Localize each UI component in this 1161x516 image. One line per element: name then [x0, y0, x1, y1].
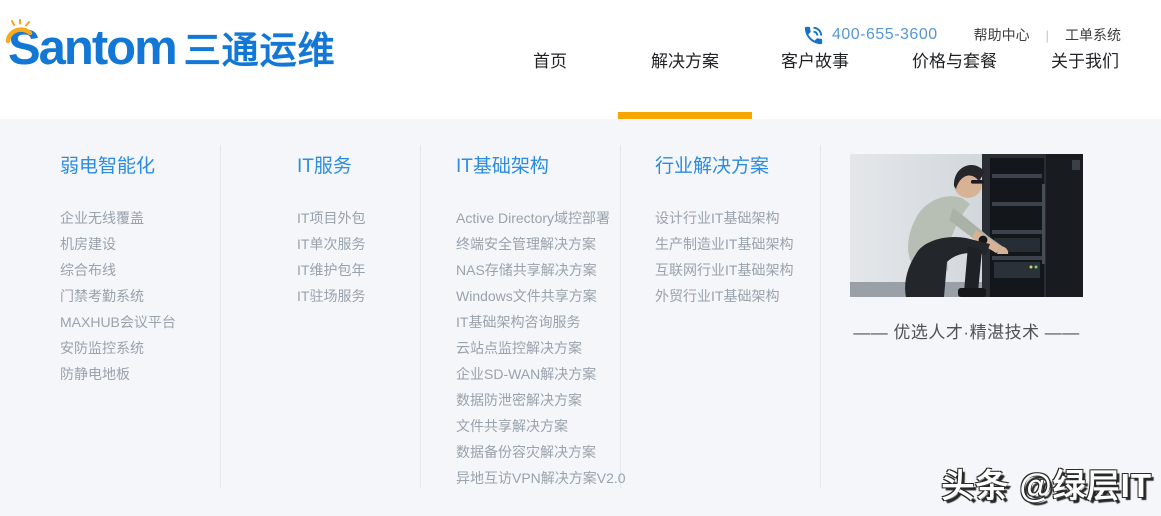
nav-item-about[interactable]: 关于我们	[1051, 0, 1119, 119]
menu-link[interactable]: 文件共享解决方案	[456, 413, 626, 439]
menu-link[interactable]: 综合布线	[60, 257, 176, 283]
menu-link[interactable]: 外贸行业IT基础架构	[655, 283, 793, 309]
menu-link[interactable]: 企业无线覆盖	[60, 205, 176, 231]
menu-link[interactable]: Active Directory域控部署	[456, 205, 626, 231]
menu-link[interactable]: 生产制造业IT基础架构	[655, 231, 793, 257]
menu-column-title[interactable]: 行业解决方案	[655, 155, 793, 179]
menu-column-it-services: IT服务 IT项目外包 IT单次服务 IT维护包年 IT驻场服务	[297, 155, 365, 309]
watermark: 头条 @绿层IT	[941, 459, 1152, 507]
menu-column-weak-current: 弱电智能化 企业无线覆盖 机房建设 综合布线 门禁考勤系统 MAXHUB会议平台…	[60, 155, 176, 387]
menu-column-title[interactable]: IT基础架构	[456, 155, 626, 179]
menu-link[interactable]: 数据防泄密解决方案	[456, 387, 626, 413]
promo-caption: —— 优选人才·精湛技术 ——	[850, 318, 1083, 343]
menu-column-industry-solutions: 行业解决方案 设计行业IT基础架构 生产制造业IT基础架构 互联网行业IT基础架…	[655, 155, 793, 309]
menu-link[interactable]: 数据备份容灾解决方案	[456, 439, 626, 465]
menu-link[interactable]: NAS存储共享解决方案	[456, 257, 626, 283]
brand-logo[interactable]: Santom 三通运维	[8, 22, 336, 74]
menu-link[interactable]: 云站点监控解决方案	[456, 335, 626, 361]
menu-link[interactable]: 安防监控系统	[60, 335, 176, 361]
menu-link[interactable]: Windows文件共享方案	[456, 283, 626, 309]
menu-link[interactable]: 机房建设	[60, 231, 176, 257]
menu-link[interactable]: IT基础架构咨询服务	[456, 309, 626, 335]
nav-item-customer-stories[interactable]: 客户故事	[781, 0, 849, 119]
menu-link[interactable]: 门禁考勤系统	[60, 283, 176, 309]
menu-column-title[interactable]: 弱电智能化	[60, 155, 176, 179]
menu-link[interactable]: MAXHUB会议平台	[60, 309, 176, 335]
menu-column-title[interactable]: IT服务	[297, 155, 365, 179]
server-rack-illustration	[850, 154, 1083, 297]
brand-name-cn: 三通运维	[184, 28, 336, 74]
menu-link[interactable]: IT单次服务	[297, 231, 365, 257]
solutions-mega-menu: 弱电智能化 企业无线覆盖 机房建设 综合布线 门禁考勤系统 MAXHUB会议平台…	[0, 119, 1161, 516]
menu-link[interactable]: 设计行业IT基础架构	[655, 205, 793, 231]
column-divider	[420, 145, 421, 488]
menu-link[interactable]: 互联网行业IT基础架构	[655, 257, 793, 283]
site-header: Santom 三通运维 400-655-3600 帮助中心 | 工单系统 首页 …	[0, 0, 1161, 119]
promo-photo	[850, 154, 1083, 297]
menu-link[interactable]: 终端安全管理解决方案	[456, 231, 626, 257]
sun-icon	[5, 19, 35, 45]
menu-link[interactable]: 企业SD-WAN解决方案	[456, 361, 626, 387]
nav-item-pricing[interactable]: 价格与套餐	[912, 0, 997, 119]
menu-link[interactable]: IT维护包年	[297, 257, 365, 283]
main-nav: 首页 解决方案 客户故事 价格与套餐 关于我们	[533, 0, 1119, 119]
nav-item-home[interactable]: 首页	[533, 0, 567, 119]
menu-link[interactable]: IT项目外包	[297, 205, 365, 231]
column-divider	[820, 145, 821, 488]
menu-column-it-infrastructure: IT基础架构 Active Directory域控部署 终端安全管理解决方案 N…	[456, 155, 626, 491]
nav-item-solutions[interactable]: 解决方案	[651, 0, 719, 119]
menu-link[interactable]: IT驻场服务	[297, 283, 365, 309]
column-divider	[220, 145, 221, 488]
page: Santom 三通运维 400-655-3600 帮助中心 | 工单系统 首页 …	[0, 0, 1161, 516]
promo: —— 优选人才·精湛技术 ——	[850, 154, 1083, 343]
menu-link[interactable]: 防静电地板	[60, 361, 176, 387]
menu-link[interactable]: 异地互访VPN解决方案V2.0	[456, 465, 626, 491]
